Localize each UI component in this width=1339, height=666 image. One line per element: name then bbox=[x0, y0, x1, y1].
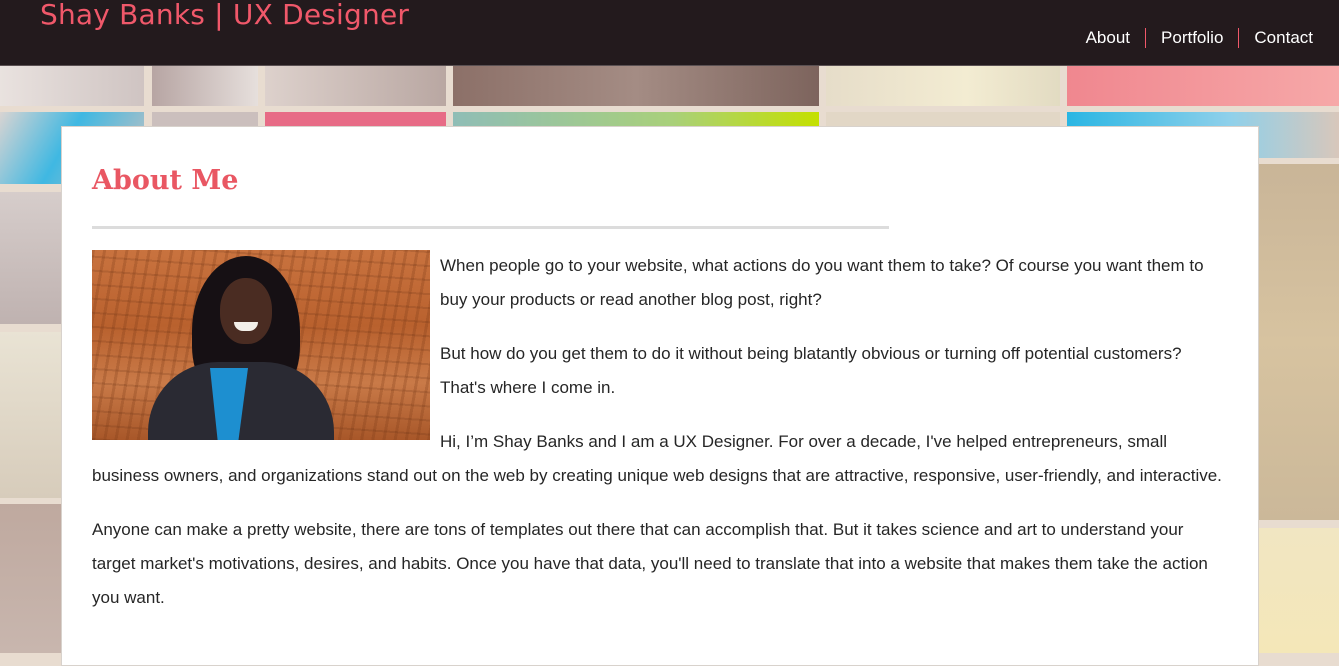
main-nav: About Portfolio Contact bbox=[1071, 28, 1313, 48]
mosaic-tile bbox=[1259, 528, 1339, 653]
about-body: When people go to your website, what act… bbox=[92, 249, 1230, 635]
mosaic-tile bbox=[1259, 164, 1339, 520]
mosaic-tile bbox=[0, 66, 144, 106]
profile-photo bbox=[92, 250, 430, 440]
mosaic-tile bbox=[453, 66, 819, 106]
about-card: About Me When people go to your website,… bbox=[61, 126, 1259, 666]
about-heading: About Me bbox=[92, 165, 239, 196]
about-paragraph-4: Anyone can make a pretty website, there … bbox=[92, 520, 1208, 607]
nav-link-contact[interactable]: Contact bbox=[1238, 28, 1313, 48]
site-title[interactable]: Shay Banks | UX Designer bbox=[40, 0, 409, 31]
mosaic-tile bbox=[826, 66, 1060, 106]
heading-divider bbox=[92, 226, 889, 229]
mosaic-tile bbox=[0, 192, 61, 324]
mosaic-tile bbox=[265, 66, 446, 106]
mosaic-tile bbox=[0, 504, 61, 653]
nav-link-about[interactable]: About bbox=[1071, 28, 1145, 48]
nav-link-portfolio[interactable]: Portfolio bbox=[1145, 28, 1238, 48]
mosaic-tile bbox=[152, 66, 258, 106]
mosaic-tile bbox=[1067, 66, 1339, 106]
mosaic-tile bbox=[0, 332, 61, 498]
site-header: Shay Banks | UX Designer About Portfolio… bbox=[0, 0, 1339, 66]
